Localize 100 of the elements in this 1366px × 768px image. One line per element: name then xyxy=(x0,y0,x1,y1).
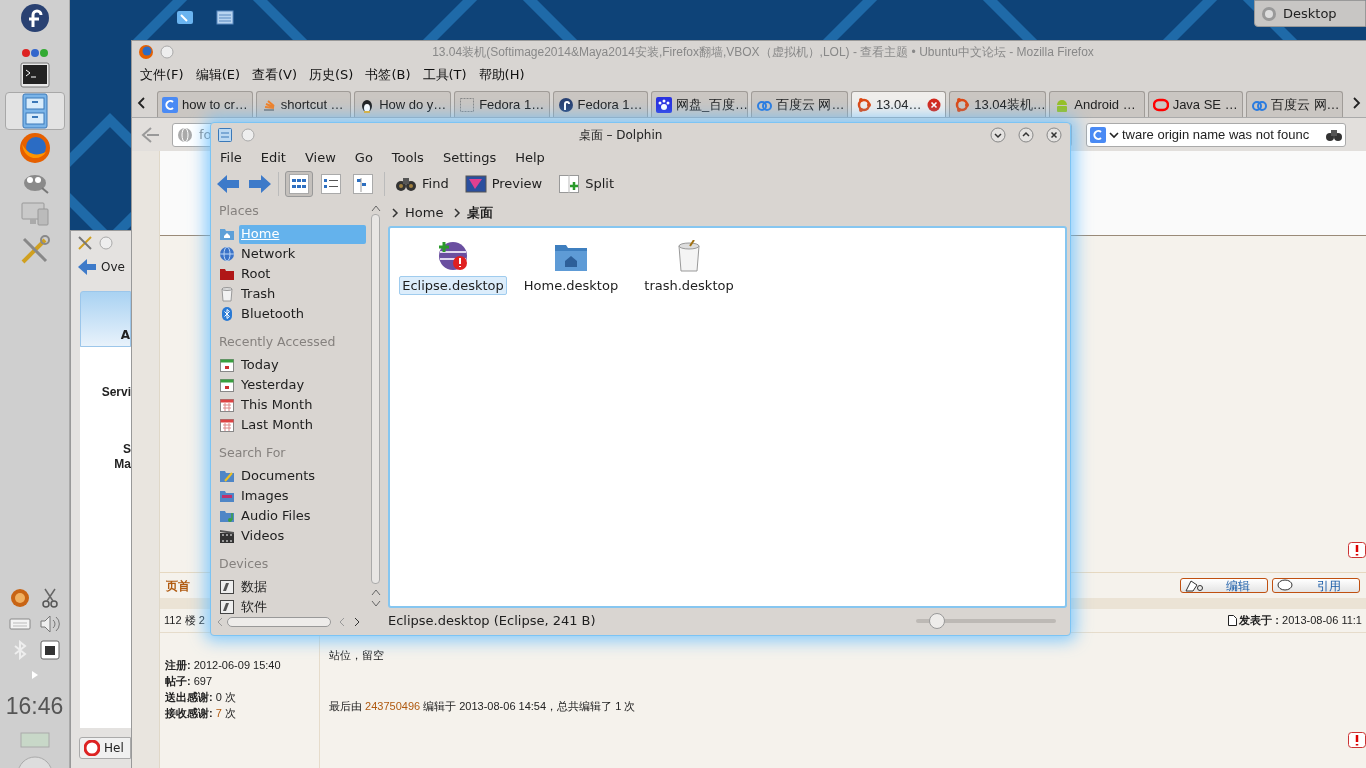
user-link[interactable]: 243750496 xyxy=(365,699,421,712)
calendar-icon xyxy=(219,417,235,433)
browser-tab[interactable]: 百度云 网… xyxy=(1246,91,1343,117)
logo-icon[interactable] xyxy=(19,3,50,33)
launcher-tile[interactable] xyxy=(4,92,65,130)
site-icon xyxy=(1152,96,1169,113)
section-header: Devices xyxy=(218,554,270,573)
category-tile[interactable]: A xyxy=(80,291,131,347)
view-mode-button[interactable] xyxy=(285,171,313,197)
user-stat: 帖子: 697 xyxy=(165,674,214,689)
close-icon[interactable] xyxy=(1046,127,1062,143)
desktop-file[interactable]: Eclipse.desktop xyxy=(398,236,508,295)
browser-tab[interactable]: 百度云 网… xyxy=(750,91,848,117)
menu-item[interactable]: View xyxy=(304,148,336,168)
menu-item[interactable]: Go xyxy=(354,148,373,168)
menu-item[interactable]: 帮助(H) xyxy=(478,65,525,85)
breadcrumb-item[interactable]: 桌面 xyxy=(467,203,494,223)
edit-button[interactable]: 编辑 xyxy=(1180,578,1268,593)
menu-item[interactable]: Tools xyxy=(391,148,424,168)
thumbnail-icon[interactable] xyxy=(19,732,50,748)
forward-arrow-icon[interactable] xyxy=(248,174,272,194)
minimize-icon[interactable] xyxy=(990,127,1006,143)
window-menu-icon[interactable] xyxy=(99,236,113,250)
clipboard-icon[interactable] xyxy=(9,588,30,608)
places-item[interactable]: Today xyxy=(214,355,366,375)
places-item[interactable]: This Month xyxy=(214,395,366,415)
browser-tab[interactable]: Java SE … xyxy=(1147,91,1243,117)
home-folder-icon xyxy=(554,242,588,272)
search-engine-icon xyxy=(1090,126,1106,143)
browser-tab[interactable]: 13.04… xyxy=(850,91,947,117)
category-label[interactable]: Servi xyxy=(101,385,131,400)
browser-tab[interactable]: How do y… xyxy=(354,91,452,117)
site-icon xyxy=(459,96,476,113)
network-icon[interactable] xyxy=(39,640,60,660)
globe-icon xyxy=(177,126,193,143)
places-item[interactable]: Last Month xyxy=(214,415,366,435)
menu-item[interactable]: Help xyxy=(515,148,545,168)
places-item[interactable]: Bluetooth xyxy=(214,304,366,324)
places-item[interactable]: Documents xyxy=(214,466,366,486)
quote-button[interactable]: 引用 xyxy=(1272,578,1360,593)
browser-tab[interactable]: Fedora 1… xyxy=(454,91,550,117)
desktop-file[interactable]: Home.desktop xyxy=(516,236,626,295)
terminal-icon[interactable] xyxy=(19,62,50,88)
places-item[interactable]: Images xyxy=(214,486,366,506)
browser-tab[interactable]: how to cr… xyxy=(157,91,253,117)
window-menu-icon[interactable] xyxy=(241,128,255,142)
menu-item[interactable]: 书签(B) xyxy=(365,65,411,85)
preview-button[interactable]: Preview xyxy=(461,171,546,197)
browser-tab[interactable]: shortcut … xyxy=(255,91,352,117)
maximize-icon[interactable] xyxy=(1018,127,1034,143)
globe-icon[interactable] xyxy=(18,132,51,164)
places-item[interactable]: 软件 xyxy=(214,597,366,614)
menu-item[interactable]: 历史(S) xyxy=(309,65,354,85)
places-item[interactable]: Root xyxy=(214,264,366,284)
file-cabinet-icon[interactable] xyxy=(20,93,49,129)
clock[interactable]: 16:46 xyxy=(5,692,64,720)
help-button[interactable]: Hel xyxy=(79,737,131,759)
document-icon xyxy=(1228,615,1238,626)
places-item[interactable]: Network xyxy=(214,244,366,264)
places-item[interactable]: Audio Files xyxy=(214,506,366,526)
report-icon[interactable] xyxy=(1348,732,1366,748)
menu-item[interactable]: 工具(T) xyxy=(422,65,467,85)
tab-label: how to cr… xyxy=(182,95,248,114)
scissors-icon[interactable] xyxy=(40,588,59,608)
window-menu-icon[interactable] xyxy=(160,45,174,59)
back-arrow-icon[interactable] xyxy=(77,258,97,276)
browser-tab[interactable]: 13.04装机… xyxy=(949,91,1047,117)
menu-item[interactable]: File xyxy=(220,148,242,168)
places-item[interactable]: 数据 xyxy=(214,577,366,597)
split-button[interactable]: Split xyxy=(555,171,618,197)
category-label[interactable]: S Ma xyxy=(114,442,131,472)
menu-item[interactable]: 文件(F) xyxy=(140,65,184,85)
keyboard-icon[interactable] xyxy=(8,617,31,631)
browser-tab[interactable]: Android … xyxy=(1049,91,1145,117)
section-header: Places xyxy=(218,202,260,220)
report-icon[interactable] xyxy=(1348,542,1366,558)
desktop-button[interactable]: Desktop xyxy=(1254,0,1366,27)
back-arrow-icon[interactable] xyxy=(216,174,240,194)
menu-item[interactable]: Edit xyxy=(260,148,286,168)
menu-item[interactable]: 编辑(E) xyxy=(195,65,240,85)
places-item[interactable]: Trash xyxy=(214,284,366,304)
slider-handle[interactable] xyxy=(929,613,945,629)
back-link[interactable]: Ove xyxy=(101,258,125,276)
speaker-icon[interactable] xyxy=(38,614,61,634)
search-field[interactable]: tware origin name was not founc xyxy=(1086,122,1346,147)
close-icon[interactable] xyxy=(927,97,942,112)
browser-tab[interactable]: 网盘_百度… xyxy=(650,91,748,117)
breadcrumb-item[interactable]: Home xyxy=(405,203,444,223)
browser-tab[interactable]: Fedora 1… xyxy=(552,91,648,117)
places-item[interactable]: Videos xyxy=(214,526,366,546)
menu-item[interactable]: Settings xyxy=(442,148,497,168)
top-link[interactable]: 页首 xyxy=(166,576,190,595)
scissors-icon xyxy=(1185,579,1205,592)
desktop-file[interactable]: trash.desktop xyxy=(634,236,744,295)
back-arrow-icon xyxy=(141,125,161,144)
find-button[interactable]: Find xyxy=(392,171,452,197)
places-item[interactable]: Yesterday xyxy=(214,375,366,395)
scroll-right-icon xyxy=(353,617,361,627)
menu-item[interactable]: 查看(V) xyxy=(252,65,298,85)
bluetooth-icon xyxy=(219,306,235,322)
